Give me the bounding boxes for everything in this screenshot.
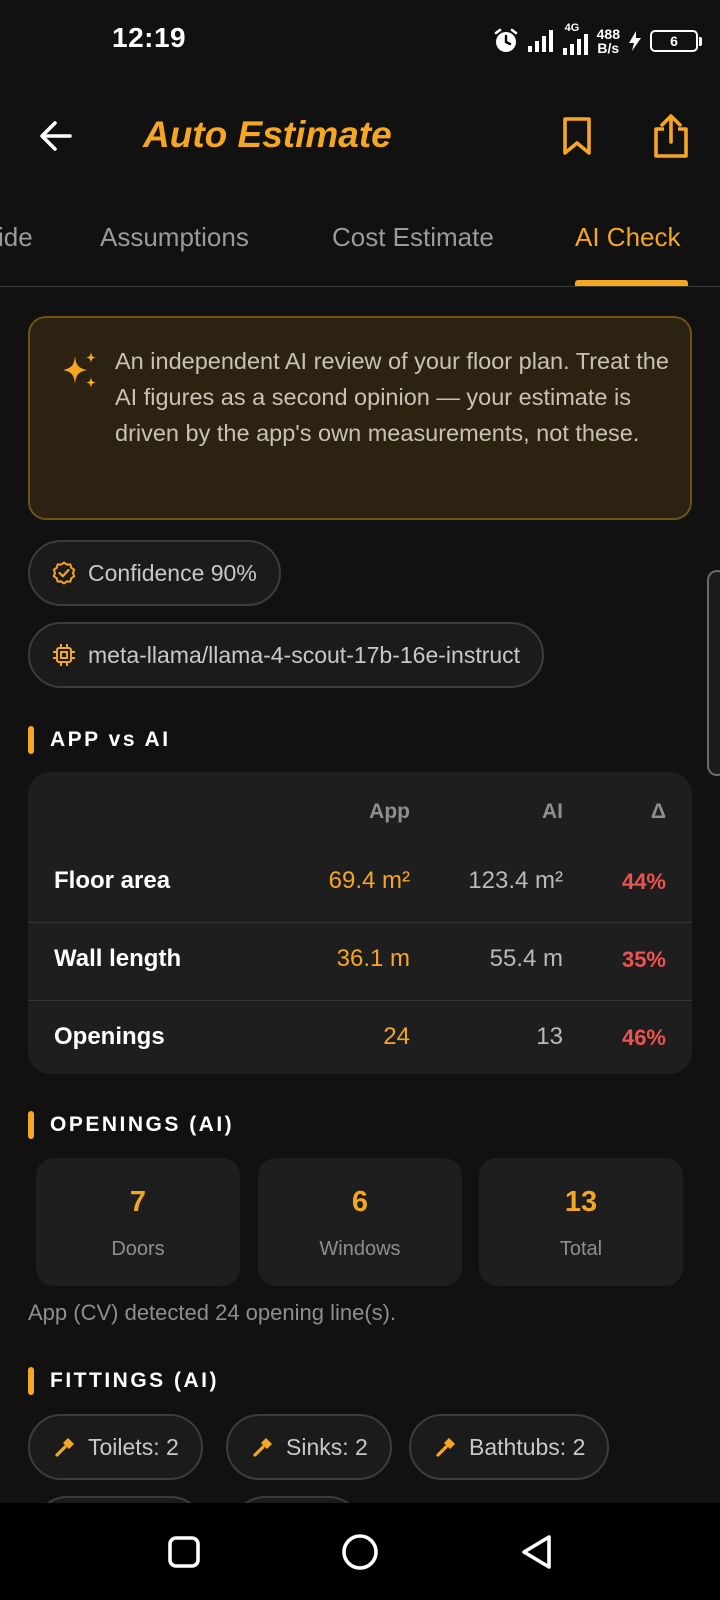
tile-label: Total — [559, 1238, 603, 1260]
signal-icon — [527, 30, 553, 52]
bookmark-button[interactable] — [552, 110, 602, 162]
signal-4g-icon — [562, 34, 588, 55]
section-header-app-vs-ai: APP vs AI — [28, 726, 171, 754]
row-ai-value: 55.4 m — [489, 945, 563, 972]
row-ai-value: 13 — [536, 1023, 563, 1050]
back-nav-button[interactable] — [512, 1527, 562, 1577]
section-header-openings: OPENINGS (AI) — [28, 1111, 234, 1139]
charging-icon — [629, 31, 641, 51]
tile-value: 13 — [564, 1186, 598, 1218]
row-label: Floor area — [54, 867, 171, 894]
arrow-left-icon — [40, 121, 72, 151]
fitting-chip: Bathtubs: 2 — [409, 1414, 610, 1480]
row-delta-value: 35% — [621, 947, 666, 972]
app-bar: Auto Estimate — [0, 96, 720, 176]
system-nav-bar — [0, 1503, 720, 1600]
tab-cost-estimate[interactable]: Cost Estimate — [332, 222, 494, 253]
tab-indicator — [575, 280, 688, 286]
model-text: meta-llama/llama-4-scout-17b-16e-instruc… — [88, 641, 521, 668]
speed-value: 488 — [596, 26, 620, 42]
tab-guide[interactable]: ide — [0, 222, 33, 253]
recents-button[interactable] — [159, 1527, 209, 1577]
confidence-chip: Confidence 90% — [28, 540, 281, 606]
model-chip: meta-llama/llama-4-scout-17b-16e-instruc… — [28, 622, 545, 688]
table-row: Openings 24 13 46% — [28, 1000, 692, 1074]
verified-badge-icon — [52, 561, 76, 585]
network-speed: 488 B/s — [597, 27, 620, 55]
table-row: Wall length 36.1 m 55.4 m 35% — [28, 922, 692, 1000]
openings-note: App (CV) detected 24 opening line(s). — [28, 1300, 397, 1325]
back-button[interactable] — [30, 110, 82, 162]
info-text: An independent AI review of your floor p… — [115, 348, 669, 446]
comparison-table: App AI Δ Floor area 69.4 m² 123.4 m² 44%… — [28, 772, 692, 1074]
share-icon — [654, 114, 688, 158]
row-app-value: 69.4 m² — [328, 867, 410, 894]
tile-value: 6 — [351, 1186, 369, 1218]
fitting-label: Bathtubs: 2 — [469, 1433, 586, 1460]
fitting-chip: Toilets: 2 — [28, 1414, 203, 1480]
tab-assumptions[interactable]: Assumptions — [100, 222, 249, 253]
section-title: OPENINGS (AI) — [50, 1113, 235, 1136]
tile-label: Doors — [111, 1238, 165, 1260]
row-ai-value: 123.4 m² — [468, 867, 563, 894]
plumbing-icon — [55, 1438, 74, 1457]
row-label: Wall length — [54, 945, 182, 972]
table-row: Floor area 69.4 m² 123.4 m² 44% — [28, 845, 692, 923]
header-ai: AI — [542, 800, 563, 823]
row-app-value: 24 — [383, 1023, 410, 1050]
plumbing-icon — [253, 1438, 272, 1457]
status-icons: 4G 488 B/s 6 — [492, 22, 702, 58]
chip-processor-icon — [53, 644, 75, 666]
openings-tile-doors: 7 Doors — [36, 1158, 240, 1286]
openings-tile-total: 13 Total — [479, 1158, 683, 1286]
bookmark-icon — [563, 117, 591, 155]
header-delta: Δ — [650, 800, 666, 823]
fitting-label: Sinks: 2 — [286, 1433, 368, 1460]
openings-tile-windows: 6 Windows — [258, 1158, 462, 1286]
row-delta-value: 44% — [621, 869, 666, 894]
tile-label: Windows — [319, 1238, 401, 1260]
home-button[interactable] — [335, 1527, 385, 1577]
speed-unit: B/s — [597, 40, 620, 56]
page-title: Auto Estimate — [143, 114, 392, 155]
status-time: 12:19 — [112, 22, 187, 53]
plumbing-icon — [436, 1438, 455, 1457]
triangle-back-icon — [522, 1535, 551, 1569]
info-card: An independent AI review of your floor p… — [28, 316, 692, 520]
row-app-value: 36.1 m — [336, 945, 410, 972]
fitting-label: Toilets: 2 — [88, 1433, 179, 1460]
tile-value: 7 — [129, 1186, 147, 1218]
confidence-text: Confidence 90% — [88, 559, 257, 586]
tab-ai-check[interactable]: AI Check — [575, 222, 681, 253]
section-title: APP vs AI — [50, 728, 171, 751]
circle-icon — [342, 1534, 378, 1570]
tab-bar: ide Assumptions Cost Estimate AI Check — [0, 200, 720, 287]
square-icon — [168, 1536, 200, 1568]
section-title: FITTINGS (AI) — [50, 1369, 219, 1392]
screen: 12:19 4G 488 B/s 6 Auto Estimate ide Ass… — [0, 0, 720, 1600]
row-delta-value: 46% — [621, 1025, 666, 1050]
battery-icon: 6 — [650, 30, 702, 52]
sparkle-icon — [63, 352, 96, 388]
header-app: App — [369, 800, 410, 823]
battery-level: 6 — [670, 33, 678, 49]
fitting-chip: Sinks: 2 — [226, 1414, 392, 1480]
section-accent-bar — [28, 1111, 34, 1139]
status-bar: 12:19 4G 488 B/s 6 — [0, 0, 720, 80]
section-header-fittings: FITTINGS (AI) — [28, 1367, 219, 1395]
section-accent-bar — [28, 1367, 34, 1395]
share-button[interactable] — [645, 110, 697, 162]
scrollbar-thumb[interactable] — [707, 570, 720, 776]
section-accent-bar — [28, 726, 34, 754]
alarm-icon — [494, 28, 517, 52]
signal-4g: 4G — [562, 22, 590, 56]
row-label: Openings — [54, 1023, 165, 1050]
